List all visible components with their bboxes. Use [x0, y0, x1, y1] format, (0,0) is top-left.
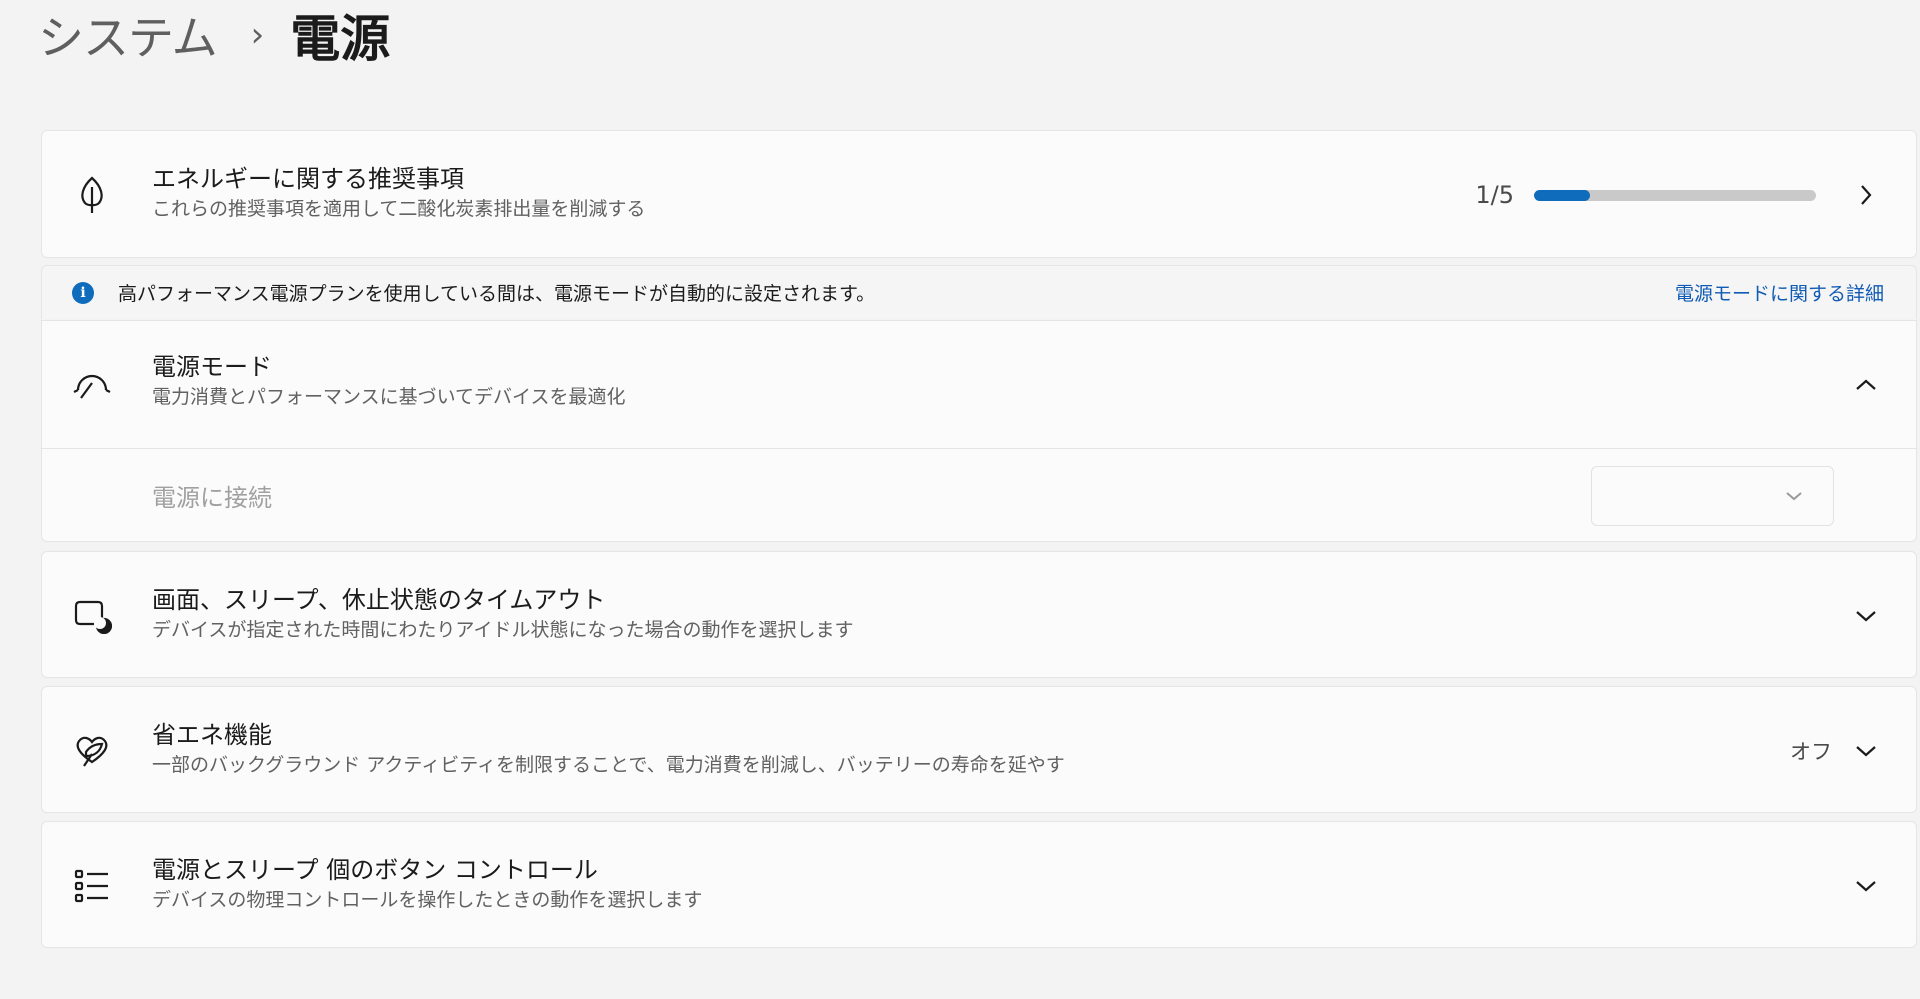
info-bar: i 高パフォーマンス電源プランを使用している間は、電源モードが自動的に設定されま…: [41, 265, 1917, 319]
recommendations-progress-bar: [1534, 189, 1816, 201]
list-icon: [72, 866, 112, 906]
screen-sleep-subtitle: デバイスが指定された時間にわたりアイドル状態になった場合の動作を選択します: [152, 619, 854, 641]
energy-saver-subtitle: 一部のバックグラウンド アクティビティを制限することで、電力消費を削減し、バッテ…: [152, 754, 1065, 776]
screen-sleep-title: 画面、スリープ、休止状態のタイムアウト: [152, 586, 606, 614]
chevron-down-icon[interactable]: [1846, 866, 1886, 906]
chevron-down-icon[interactable]: [1846, 731, 1886, 771]
progress-fill: [1534, 189, 1591, 201]
screen-sleep-card[interactable]: 画面、スリープ、休止状態のタイムアウト デバイスが指定された時間にわたりアイドル…: [41, 551, 1917, 678]
energy-recommendations-card[interactable]: エネルギーに関する推奨事項 これらの推奨事項を適用して二酸化炭素排出量を削減する…: [41, 130, 1917, 258]
power-mode-header[interactable]: 電源モード 電力消費とパフォーマンスに基づいてデバイスを最適化: [42, 321, 1916, 448]
power-mode-title: 電源モード: [152, 353, 272, 381]
power-mode-card: 電源モード 電力消費とパフォーマンスに基づいてデバイスを最適化 電源に接続: [41, 320, 1917, 542]
power-buttons-card[interactable]: 電源とスリープ 個のボタン コントロール デバイスの物理コントロールを操作したと…: [41, 821, 1917, 948]
info-icon: i: [72, 281, 94, 304]
energy-saver-card[interactable]: 省エネ機能 一部のバックグラウンド アクティビティを制限することで、電力消費を削…: [41, 686, 1917, 813]
recommendations-progress-text: 1/5: [1475, 181, 1514, 209]
power-mode-subtitle: 電力消費とパフォーマンスに基づいてデバイスを最適化: [152, 386, 626, 408]
breadcrumb: システム › 電源: [38, 0, 390, 70]
gauge-icon: [72, 365, 112, 405]
energy-saver-state: オフ: [1790, 740, 1832, 764]
plugged-in-label: 電源に接続: [152, 484, 272, 512]
settings-page: システム › 電源 エネルギーに関する推奨事項 これらの推奨事項を適用して二酸化…: [0, 0, 1920, 999]
breadcrumb-separator: ›: [250, 15, 265, 55]
power-buttons-title: 電源とスリープ 個のボタン コントロール: [152, 856, 598, 884]
chevron-up-icon[interactable]: [1846, 365, 1886, 405]
chevron-right-icon[interactable]: [1846, 175, 1886, 215]
chevron-down-icon[interactable]: [1846, 596, 1886, 636]
recommendations-title: エネルギーに関する推奨事項: [152, 165, 464, 193]
info-message: 高パフォーマンス電源プランを使用している間は、電源モードが自動的に設定されます。: [118, 283, 876, 305]
breadcrumb-parent[interactable]: システム: [38, 2, 218, 68]
energy-saver-icon: [72, 731, 112, 771]
power-mode-details-link[interactable]: 電源モードに関する詳細: [1675, 279, 1884, 306]
divider: [42, 448, 1916, 449]
recommendations-subtitle: これらの推奨事項を適用して二酸化炭素排出量を削減する: [152, 198, 646, 220]
power-buttons-subtitle: デバイスの物理コントロールを操作したときの動作を選択します: [152, 889, 703, 911]
energy-saver-title: 省エネ機能: [152, 721, 272, 749]
power-mode-dropdown[interactable]: [1591, 466, 1834, 526]
page-title: 電源: [290, 10, 391, 68]
screen-sleep-icon: [72, 596, 112, 636]
leaf-icon: [72, 175, 112, 215]
chevron-down-icon: [1785, 487, 1803, 506]
